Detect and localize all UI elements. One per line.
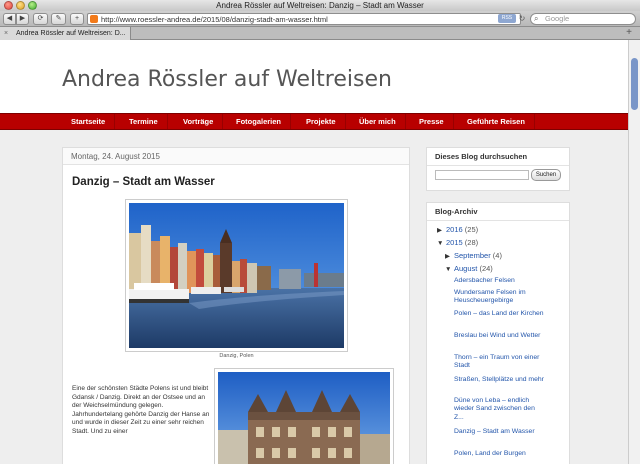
archive-post-link[interactable]: Straßen, Stellplätze und mehr: [454, 376, 544, 384]
blog-search-input[interactable]: [435, 170, 529, 180]
tab-bar: × Andrea Rössler auf Weltreisen: D... +: [0, 27, 640, 40]
reload-button[interactable]: ↻: [517, 13, 527, 25]
post-date: Montag, 24. August 2015: [63, 148, 409, 165]
green-gate-image: [218, 372, 390, 464]
harbour-photo[interactable]: [125, 199, 348, 352]
magnifier-icon: ⌕: [534, 14, 539, 23]
main-navigation: Startseite Termine Vorträge Fotogalerien…: [0, 113, 628, 130]
post-title[interactable]: Danzig – Stadt am Wasser: [72, 176, 215, 188]
tab-close-icon[interactable]: ×: [4, 30, 11, 37]
archive-post-link[interactable]: Danzig – Stadt am Wasser: [454, 428, 544, 436]
collapsed-triangle-icon[interactable]: ▶: [445, 252, 454, 262]
divider: [427, 165, 569, 166]
address-bar[interactable]: http://www.roessler-andrea.de/2015/08/da…: [87, 13, 521, 25]
expanded-triangle-icon[interactable]: ▼: [437, 239, 446, 249]
green-gate-photo[interactable]: [214, 368, 394, 464]
archive-year-label[interactable]: 2016: [446, 225, 463, 234]
nav-item-ueber-mich[interactable]: Über mich: [350, 114, 406, 129]
new-tab-button[interactable]: +: [618, 27, 640, 40]
browser-toolbar: ◀ ▶ ⟳ ✎ + http://www.roessler-andrea.de/…: [0, 11, 640, 27]
zoom-window-button[interactable]: [28, 1, 37, 10]
post-body-text: Eine der schönsten Städte Polens ist und…: [72, 385, 210, 435]
blog-header: Andrea Rössler auf Weltreisen: [0, 40, 628, 113]
nav-item-vortraege[interactable]: Vorträge: [174, 114, 224, 129]
search-placeholder: Google: [545, 14, 570, 23]
title-bar: Andrea Rössler auf Weltreisen: Danzig – …: [0, 0, 640, 11]
close-window-button[interactable]: [4, 1, 13, 10]
archive-post-link[interactable]: Polen – das Land der Kirchen: [454, 310, 544, 318]
vertical-scrollbar[interactable]: [628, 40, 640, 464]
minimize-window-button[interactable]: [16, 1, 25, 10]
archive-year-label[interactable]: 2015: [446, 238, 463, 247]
url-text: http://www.roessler-andrea.de/2015/08/da…: [101, 15, 328, 24]
screenshot-button[interactable]: ⟳: [33, 13, 48, 25]
plus-icon: +: [74, 15, 80, 22]
wrench-icon: ✎: [55, 15, 62, 22]
archive-post-link[interactable]: Polen, Land der Burgen: [454, 450, 544, 458]
divider: [427, 220, 569, 221]
forward-arrow-icon: ▶: [19, 15, 26, 22]
archive-post-link[interactable]: Wundersame Felsen im Heuscheuergebirge: [454, 289, 544, 306]
archive-month-september[interactable]: ▶ September (4): [445, 251, 502, 262]
archive-year-2016[interactable]: ▶ 2016 (25): [437, 225, 478, 236]
forward-button[interactable]: ▶: [16, 13, 29, 25]
nav-item-fotogalerien[interactable]: Fotogalerien: [227, 114, 292, 129]
blog-search-button[interactable]: Suchen: [531, 169, 561, 181]
blog-title[interactable]: Andrea Rössler auf Weltreisen: [62, 67, 392, 92]
back-button[interactable]: ◀: [3, 13, 16, 25]
nav-item-startseite[interactable]: Startseite: [62, 114, 116, 129]
blog-archive-widget: Blog-Archiv ▶ 2016 (25) ▼ 2015 (28) ▶ Septe…: [426, 202, 570, 464]
tab-label: Andrea Rössler auf Weltreisen: D...: [16, 30, 126, 37]
nav-item-projekte[interactable]: Projekte: [297, 114, 346, 129]
tab-active[interactable]: × Andrea Rössler auf Weltreisen: D...: [0, 27, 131, 40]
archive-post-link[interactable]: Düne von Leba – endlich wieder Sand zwis…: [454, 397, 544, 422]
archive-month-label[interactable]: September: [454, 251, 491, 260]
nav-item-presse[interactable]: Presse: [410, 114, 454, 129]
back-arrow-icon: ◀: [6, 15, 13, 22]
archive-widget-title: Blog-Archiv: [435, 207, 478, 216]
archive-month-label[interactable]: August: [454, 264, 477, 273]
camera-icon: ⟳: [37, 15, 44, 22]
tools-button[interactable]: ✎: [51, 13, 66, 25]
archive-count: (25): [464, 225, 479, 234]
archive-post-link[interactable]: Breslau bei Wind und Wetter: [454, 332, 544, 340]
collapsed-triangle-icon[interactable]: ▶: [437, 226, 446, 236]
scrollbar-thumb[interactable]: [631, 58, 638, 110]
danzig-waterfront-image: [129, 203, 344, 348]
search-field[interactable]: ⌕ Google: [530, 13, 636, 25]
window-title: Andrea Rössler auf Weltreisen: Danzig – …: [216, 1, 424, 10]
archive-post-link[interactable]: Thorn – ein Traum von einer Stadt: [454, 354, 544, 371]
archive-count: (4): [492, 251, 502, 260]
page-viewport: Andrea Rössler auf Weltreisen Startseite…: [0, 40, 628, 464]
blog-post: Montag, 24. August 2015 Danzig – Stadt a…: [62, 147, 410, 464]
archive-count: (28): [464, 238, 479, 247]
browser-window: Andrea Rössler auf Weltreisen: Danzig – …: [0, 0, 640, 464]
archive-post-link[interactable]: Adersbacher Felsen: [454, 277, 544, 285]
expanded-triangle-icon[interactable]: ▼: [445, 265, 454, 275]
search-widget-title: Dieses Blog durchsuchen: [435, 152, 528, 161]
archive-year-2015[interactable]: ▼ 2015 (28): [437, 238, 478, 249]
archive-month-august[interactable]: ▼ August (24): [445, 264, 493, 275]
blog-search-widget: Dieses Blog durchsuchen Suchen: [426, 147, 570, 191]
add-bookmark-button[interactable]: +: [70, 13, 84, 25]
nav-item-gefuehrte-reisen[interactable]: Geführte Reisen: [458, 114, 535, 129]
rss-icon[interactable]: RSS: [498, 14, 516, 23]
archive-count: (24): [479, 264, 493, 273]
favicon-icon: [90, 15, 98, 23]
photo-caption: Danzig, Polen: [219, 353, 254, 359]
nav-item-termine[interactable]: Termine: [120, 114, 168, 129]
